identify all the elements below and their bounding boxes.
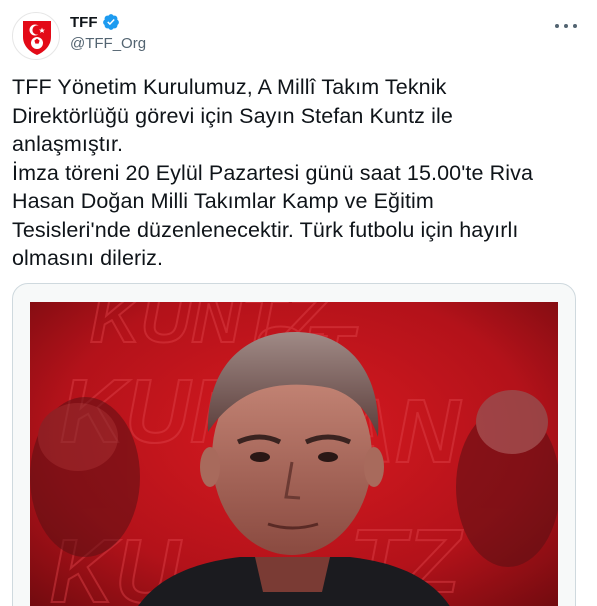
avatar[interactable] <box>12 12 60 60</box>
tff-crest-logo-icon <box>23 21 51 55</box>
tweet-text: TFF Yönetim Kurulumuz, A Millî Takım Tek… <box>12 75 534 270</box>
media-card[interactable]: KUNTZ KUN AN TZ KU ST <box>12 283 576 606</box>
author-display-name[interactable]: TFF <box>70 14 98 31</box>
tweet-card: TFF @TFF_Org TFF Yönetim Kurulumuz, A Mi… <box>0 0 597 606</box>
media-image[interactable]: KUNTZ KUN AN TZ KU ST <box>30 302 558 606</box>
author-handle[interactable]: @TFF_Org <box>70 35 146 52</box>
author-name-row[interactable]: TFF <box>70 13 120 31</box>
verified-badge-icon <box>102 14 119 30</box>
more-options-icon[interactable] <box>555 16 577 36</box>
coach-portrait-image: KUNTZ KUN AN TZ KU ST <box>30 302 558 606</box>
